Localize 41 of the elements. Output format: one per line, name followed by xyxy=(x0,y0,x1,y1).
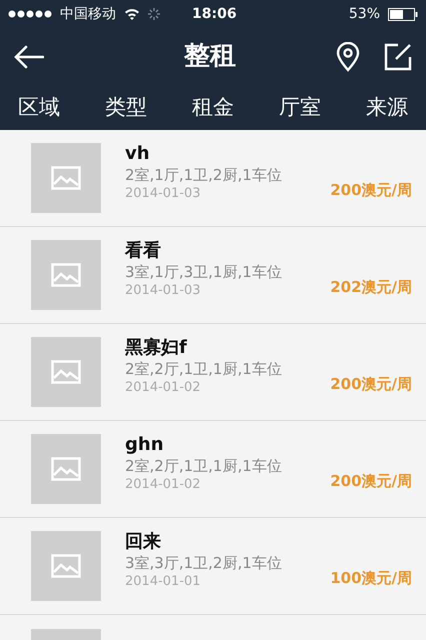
listing-title[interactable]: 看看 xyxy=(125,240,282,262)
filter-tab[interactable]: 类型 xyxy=(91,92,161,124)
room-details: 2室,1厅,1卫,2厨,1车位 xyxy=(125,165,282,185)
battery-icon xyxy=(388,8,418,20)
listing-title[interactable]: vh xyxy=(125,143,282,165)
listing-title[interactable]: ghn xyxy=(125,434,282,456)
listing-date: 2014-01-03 xyxy=(125,282,202,300)
room-details: 2室,2厅,1卫,1厨,1车位 xyxy=(125,456,282,476)
page-title: 整租 xyxy=(183,40,237,73)
listing-price: 202澳元/周 xyxy=(330,277,412,298)
filter-tab[interactable]: 厅室 xyxy=(265,92,335,124)
edit-icon[interactable] xyxy=(384,42,412,70)
carrier-name: 中国移动 xyxy=(60,4,116,24)
room-details: 2室,2厅,1卫,1厨,1车位 xyxy=(125,359,282,379)
image-placeholder-icon xyxy=(51,360,81,384)
battery-percent: 53% xyxy=(348,4,380,24)
listing-date: 2014-01-02 xyxy=(125,379,202,397)
room-details: 3室,3厅,1卫,2厨,1车位 xyxy=(125,553,282,573)
listing-date: 2014-01-03 xyxy=(125,185,202,203)
listing-price: 200澳元/周 xyxy=(330,180,412,201)
clock-time: 18:06 xyxy=(192,4,237,24)
listing-date: 2014-01-01 xyxy=(125,573,202,591)
filter-tab[interactable]: 租金 xyxy=(178,92,248,124)
listing-date: 2014-01-02 xyxy=(125,476,202,494)
room-details: 3室,1厅,3卫,1厨,1车位 xyxy=(125,262,282,282)
listing-price: 200澳元/周 xyxy=(330,471,412,492)
loading-icon xyxy=(148,8,160,20)
image-placeholder-icon xyxy=(51,457,81,481)
listing-title[interactable]: 黑寡妇f xyxy=(125,337,282,359)
listing-title[interactable]: 回来 xyxy=(125,531,282,553)
image-placeholder-icon xyxy=(51,554,81,578)
image-placeholder-icon xyxy=(51,263,81,287)
filter-tab[interactable]: 区域 xyxy=(4,92,74,124)
filter-tab[interactable]: 来源 xyxy=(352,92,422,124)
back-arrow-icon[interactable] xyxy=(14,44,44,68)
signal-icon xyxy=(8,10,52,18)
listing-price: 200澳元/周 xyxy=(330,374,412,395)
location-pin-icon[interactable] xyxy=(336,42,360,72)
image-placeholder-icon xyxy=(51,166,81,190)
wifi-icon xyxy=(124,8,140,20)
listing-price: 100澳元/周 xyxy=(330,568,412,589)
